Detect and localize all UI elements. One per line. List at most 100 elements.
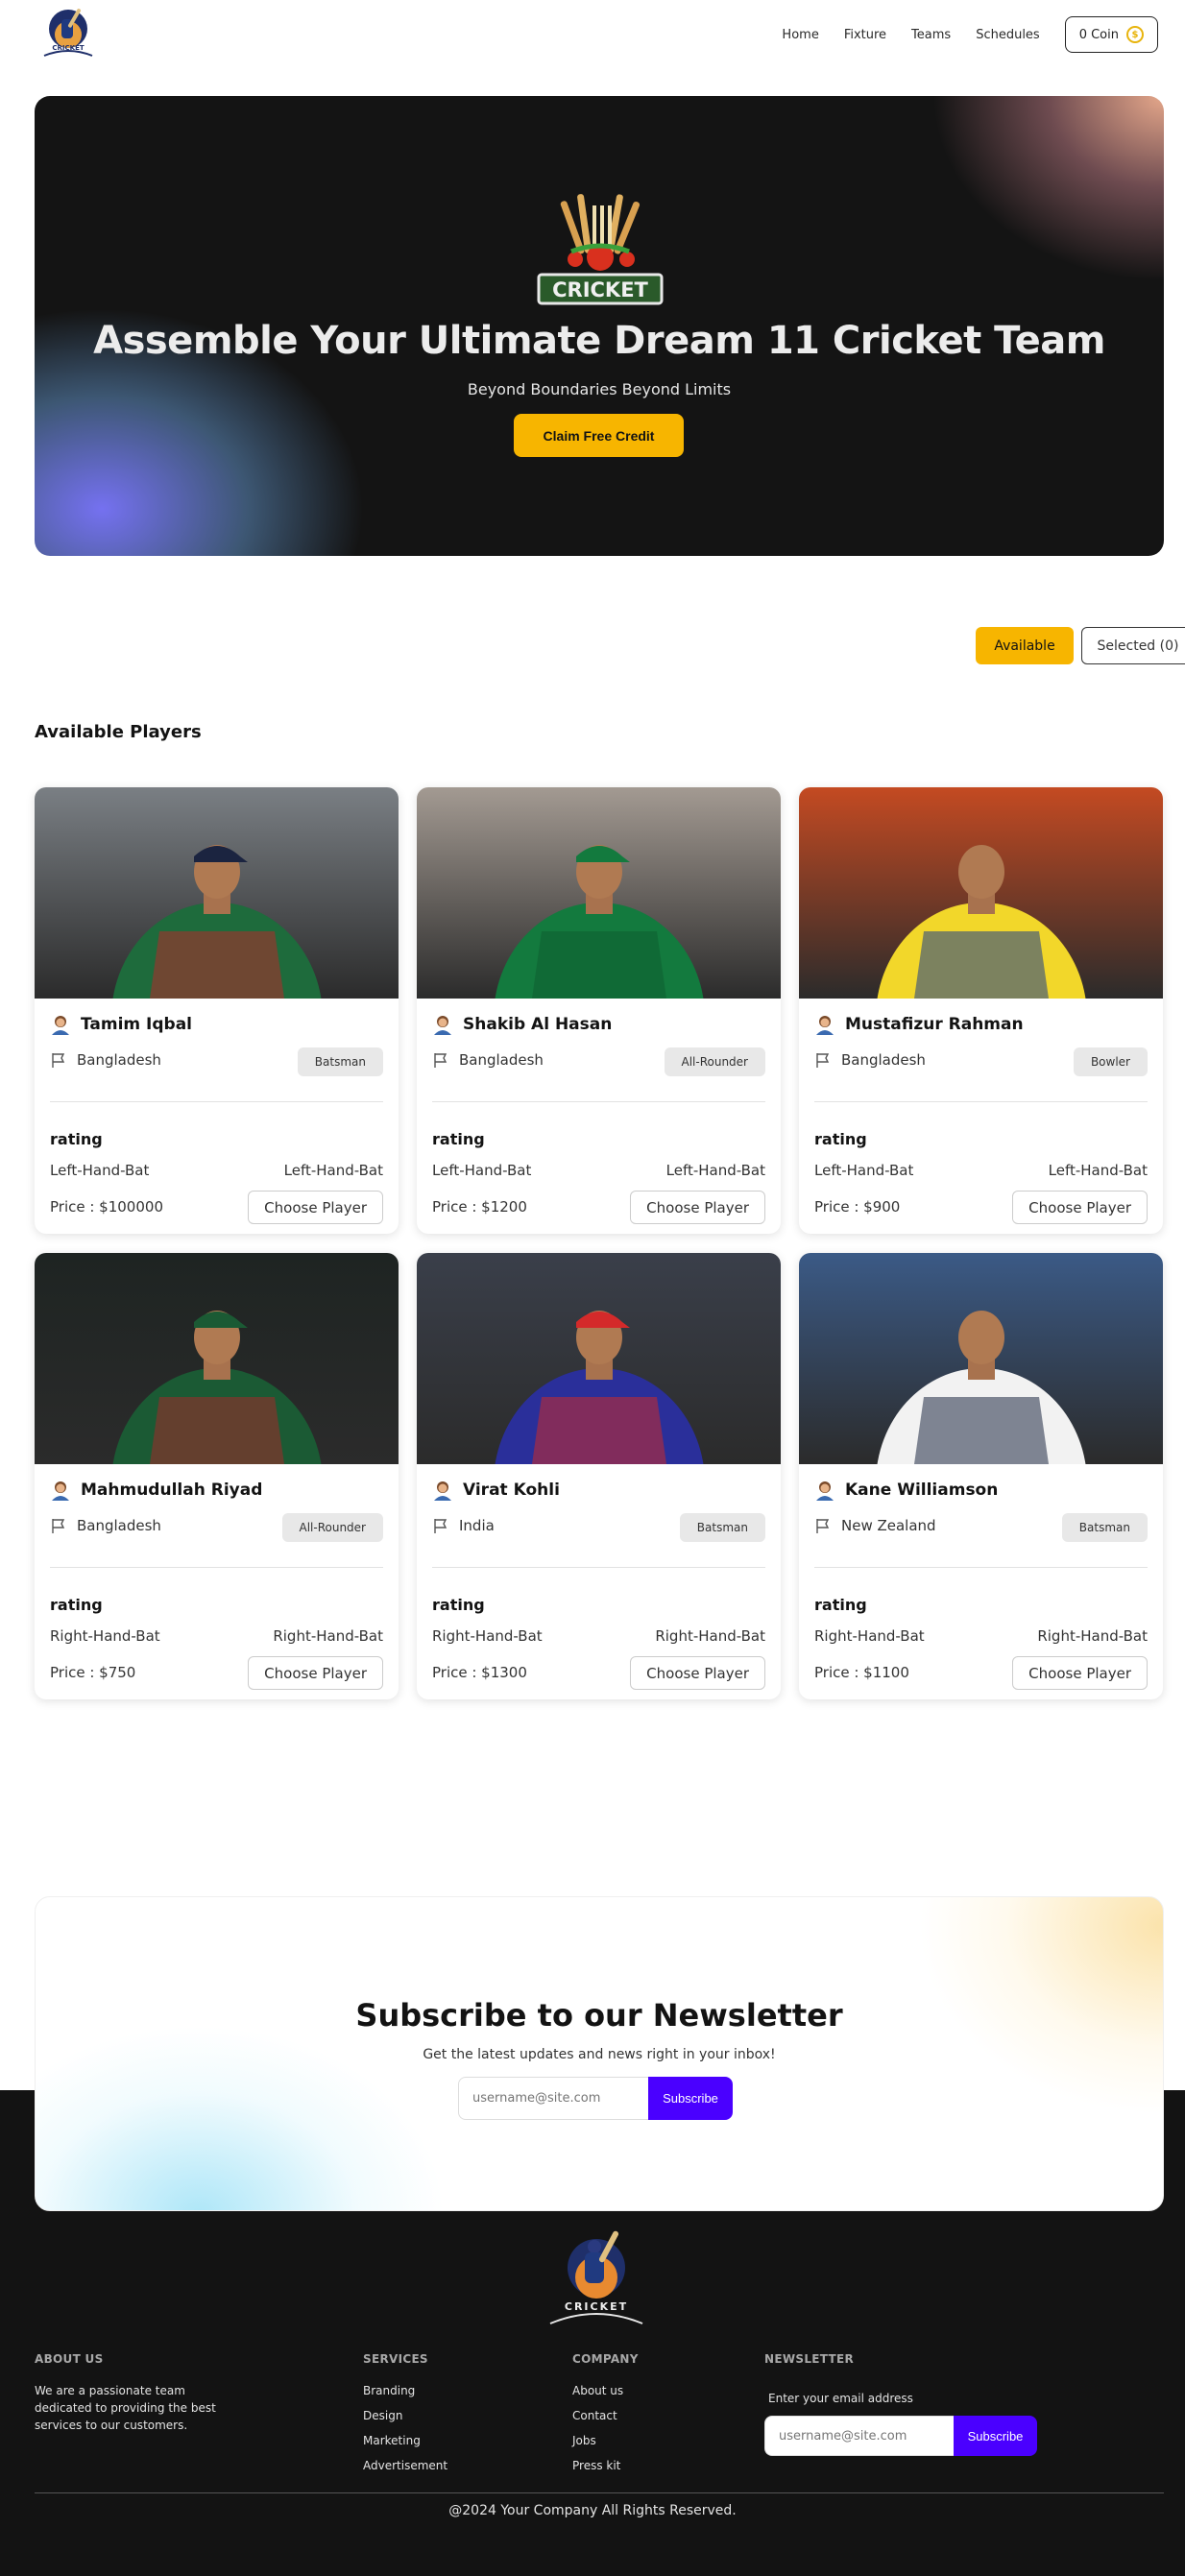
copyright: @2024 Your Company All Rights Reserved. bbox=[448, 2503, 737, 2518]
player-role-badge: All-Rounder bbox=[664, 1047, 765, 1076]
nav-teams[interactable]: Teams bbox=[911, 28, 951, 42]
nav-links: Home Fixture Teams Schedules 0 Coin $ bbox=[782, 16, 1158, 53]
footer-newsletter-title: NEWSLETTER bbox=[764, 2352, 855, 2366]
nav-fixture[interactable]: Fixture bbox=[844, 28, 886, 42]
user-icon bbox=[434, 1016, 451, 1035]
player-name-row: Shakib Al Hasan bbox=[432, 1014, 612, 1035]
nav-schedules[interactable]: Schedules bbox=[976, 28, 1040, 42]
user-icon bbox=[52, 1481, 69, 1501]
footer-link-about-us[interactable]: About us bbox=[572, 2384, 623, 2397]
player-country: New Zealand bbox=[841, 1517, 936, 1534]
available-tab-button[interactable]: Available bbox=[976, 627, 1074, 664]
coin-button[interactable]: 0 Coin $ bbox=[1064, 16, 1158, 53]
rating-label: rating bbox=[814, 1596, 867, 1614]
player-card-body: Mahmudullah Riyad Bangladesh All-Rounder… bbox=[35, 1464, 399, 1699]
player-card: Tamim Iqbal Bangladesh Batsman rating Le… bbox=[35, 787, 399, 1234]
footer-link-design[interactable]: Design bbox=[363, 2409, 402, 2422]
choose-player-button[interactable]: Choose Player bbox=[248, 1191, 383, 1224]
footer-logo-text: CRICKET bbox=[564, 2300, 629, 2313]
flag-icon bbox=[816, 1519, 830, 1533]
player-name-row: Mustafizur Rahman bbox=[814, 1014, 1024, 1035]
flag-icon bbox=[434, 1519, 447, 1533]
newsletter-email-input[interactable] bbox=[458, 2077, 648, 2120]
player-role-badge: Batsman bbox=[679, 1513, 765, 1542]
choose-player-button[interactable]: Choose Player bbox=[630, 1656, 765, 1690]
player-photo bbox=[417, 787, 781, 999]
hero-cricket-logo: CRICKET bbox=[533, 190, 667, 310]
hero-title: Assemble Your Ultimate Dream 11 Cricket … bbox=[93, 319, 1105, 363]
card-divider bbox=[50, 1101, 383, 1102]
card-divider bbox=[432, 1101, 765, 1102]
player-card: Mahmudullah Riyad Bangladesh All-Rounder… bbox=[35, 1253, 399, 1699]
selected-tab-button[interactable]: Selected (0) bbox=[1081, 627, 1185, 664]
hero-logo-text: CRICKET bbox=[552, 278, 648, 301]
player-name-row: Virat Kohli bbox=[432, 1480, 560, 1501]
footer-link-jobs[interactable]: Jobs bbox=[572, 2434, 596, 2447]
rating-label: rating bbox=[814, 1130, 867, 1148]
batting-style-right: Left-Hand-Bat bbox=[665, 1162, 765, 1179]
player-card: Mustafizur Rahman Bangladesh Bowler rati… bbox=[799, 787, 1163, 1234]
services-title: SERVICES bbox=[363, 2352, 428, 2366]
player-card: Kane Williamson New Zealand Batsman rati… bbox=[799, 1253, 1163, 1699]
player-card: Virat Kohli India Batsman rating Right-H… bbox=[417, 1253, 781, 1699]
user-icon bbox=[52, 1016, 69, 1035]
player-name-row: Tamim Iqbal bbox=[50, 1014, 192, 1035]
rating-label: rating bbox=[50, 1596, 103, 1614]
footer-email-input[interactable] bbox=[764, 2416, 954, 2456]
player-name: Virat Kohli bbox=[463, 1481, 560, 1500]
choose-player-button[interactable]: Choose Player bbox=[1012, 1656, 1148, 1690]
player-country: Bangladesh bbox=[459, 1051, 544, 1069]
footer-link-marketing[interactable]: Marketing bbox=[363, 2434, 421, 2447]
player-photo bbox=[799, 787, 1163, 999]
player-price: Price : $900 bbox=[814, 1198, 901, 1216]
player-name-row: Mahmudullah Riyad bbox=[50, 1480, 262, 1501]
flag-icon bbox=[816, 1053, 830, 1068]
footer-link-advertisement[interactable]: Advertisement bbox=[363, 2459, 447, 2472]
batting-style-left: Right-Hand-Bat bbox=[50, 1627, 160, 1645]
flag-icon bbox=[434, 1053, 447, 1068]
batting-style-right: Left-Hand-Bat bbox=[1048, 1162, 1148, 1179]
card-divider bbox=[432, 1567, 765, 1568]
batting-style-right: Left-Hand-Bat bbox=[283, 1162, 383, 1179]
newsletter-subscribe-button[interactable]: Subscribe bbox=[648, 2077, 733, 2120]
player-card-body: Kane Williamson New Zealand Batsman rati… bbox=[799, 1464, 1163, 1699]
claim-free-credit-button[interactable]: Claim Free Credit bbox=[514, 414, 684, 457]
card-divider bbox=[50, 1567, 383, 1568]
player-country: Bangladesh bbox=[841, 1051, 926, 1069]
footer-link-contact[interactable]: Contact bbox=[572, 2409, 617, 2422]
choose-player-button[interactable]: Choose Player bbox=[248, 1656, 383, 1690]
coin-label: 0 Coin bbox=[1078, 27, 1119, 42]
user-icon bbox=[816, 1016, 834, 1035]
player-card: Shakib Al Hasan Bangladesh All-Rounder r… bbox=[417, 787, 781, 1234]
player-role-badge: Batsman bbox=[1061, 1513, 1148, 1542]
player-name-row: Kane Williamson bbox=[814, 1480, 998, 1501]
footer-link-branding[interactable]: Branding bbox=[363, 2384, 415, 2397]
site-logo[interactable]: CRICKET bbox=[38, 6, 98, 61]
player-price: Price : $1100 bbox=[814, 1664, 909, 1681]
batting-style-right: Right-Hand-Bat bbox=[273, 1627, 383, 1645]
choose-player-button[interactable]: Choose Player bbox=[1012, 1191, 1148, 1224]
hero-subtitle: Beyond Boundaries Beyond Limits bbox=[467, 380, 732, 398]
footer-subscribe-button[interactable]: Subscribe bbox=[954, 2416, 1037, 2456]
batting-style-left: Left-Hand-Bat bbox=[50, 1162, 150, 1179]
player-country-row: India bbox=[432, 1517, 495, 1534]
player-role-badge: Batsman bbox=[297, 1047, 383, 1076]
hero-banner: CRICKET Assemble Your Ultimate Dream 11 … bbox=[35, 96, 1164, 556]
footer-link-press-kit[interactable]: Press kit bbox=[572, 2459, 620, 2472]
player-price: Price : $100000 bbox=[50, 1198, 163, 1216]
player-photo bbox=[35, 787, 399, 999]
batting-style-left: Left-Hand-Bat bbox=[432, 1162, 532, 1179]
player-role-badge: All-Rounder bbox=[281, 1513, 383, 1542]
player-card-body: Mustafizur Rahman Bangladesh Bowler rati… bbox=[799, 999, 1163, 1234]
batting-style-left: Right-Hand-Bat bbox=[814, 1627, 925, 1645]
user-icon bbox=[434, 1481, 451, 1501]
batting-style-left: Left-Hand-Bat bbox=[814, 1162, 914, 1179]
choose-player-button[interactable]: Choose Player bbox=[630, 1191, 765, 1224]
nav-home[interactable]: Home bbox=[782, 28, 818, 42]
user-icon bbox=[816, 1481, 834, 1501]
player-price: Price : $1300 bbox=[432, 1664, 527, 1681]
player-name: Shakib Al Hasan bbox=[463, 1015, 613, 1034]
player-country-row: Bangladesh bbox=[50, 1517, 161, 1534]
footer-divider bbox=[35, 2492, 1164, 2493]
batting-style-right: Right-Hand-Bat bbox=[655, 1627, 765, 1645]
